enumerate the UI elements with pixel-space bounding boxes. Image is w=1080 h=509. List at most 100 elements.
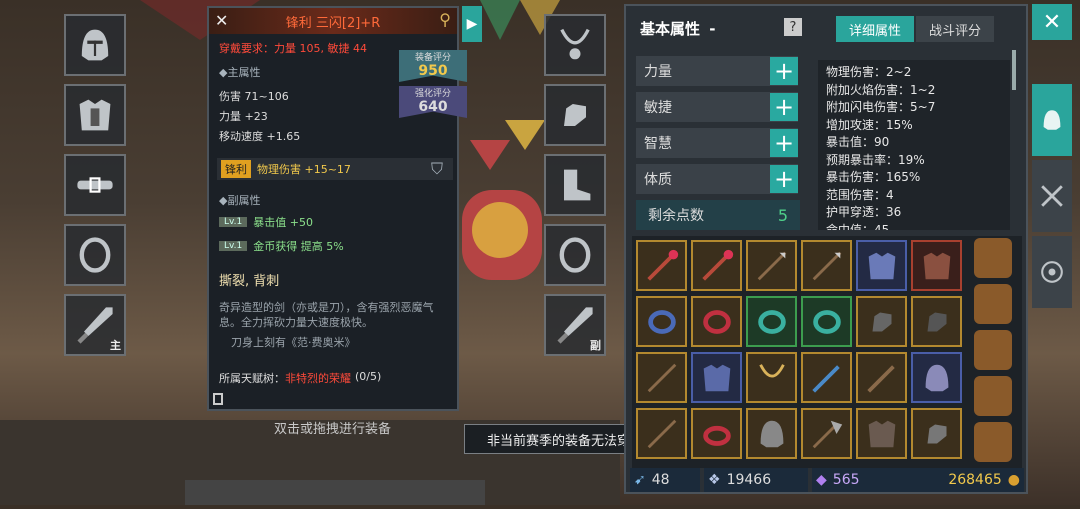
detail-line: 范围伤害：4 [826,187,894,202]
remaining-label: 剩余点数 [648,208,704,224]
collapse-tooltip-button[interactable]: ▶ [462,6,482,42]
gloves-icon [872,312,891,331]
ring-icon [559,237,591,273]
currency-crystal: ◆ 565 268465 ● [812,468,1024,492]
bag-icon[interactable] [974,284,1012,324]
helmet-icon [925,364,948,391]
slot-gloves[interactable] [544,84,606,146]
tab-detail[interactable]: 详细属性 [836,16,914,42]
inventory-slot[interactable] [911,296,962,347]
bag-icon[interactable] [974,330,1012,370]
bag-icon[interactable] [974,422,1012,462]
inventory-slot[interactable] [691,408,742,459]
helmet-icon [1043,110,1061,130]
help-icon[interactable]: ? [784,18,802,36]
slot-ring[interactable] [64,224,126,286]
inventory-slot[interactable] [911,408,962,459]
main-attr-header: ◆主属性 [219,66,261,79]
inventory-grid [632,236,1022,468]
inventory-slot[interactable] [856,240,907,291]
talent-label: 所属天赋树： [219,372,285,385]
inventory-slot[interactable] [856,352,907,403]
enhance-score-badge: 强化评分 640 [399,86,467,118]
inventory-slot[interactable] [691,240,742,291]
slot-off-weapon[interactable]: 副 [544,294,606,356]
sub-attr-level: Lv.1 [219,241,248,251]
armor-icon [703,364,730,391]
inventory-slot[interactable] [746,408,797,459]
inventory-slot[interactable] [746,296,797,347]
main-attr-movespeed: 移动速度 +1.65 [219,130,301,143]
close-button[interactable]: ✕ [1032,4,1072,40]
inventory-slot[interactable] [856,296,907,347]
slot-main-weapon[interactable]: 主 [64,294,126,356]
detail-line: 护甲穿透：36 [826,205,902,219]
affix-text: 物理伤害 +15~17 [257,163,351,176]
inventory-slot[interactable] [636,408,687,459]
inventory-slot[interactable] [801,296,852,347]
inventory-slot[interactable] [911,240,962,291]
slot-belt[interactable] [64,154,126,216]
axe-icon [812,420,842,448]
talent-row: 所属天赋树： 非特烈的荣耀 (0/5) [219,370,381,386]
tab-equipment[interactable] [1032,84,1072,156]
inventory-slot[interactable] [801,240,852,291]
inventory-slot[interactable] [856,408,907,459]
slot-armor[interactable] [64,84,126,146]
ring-icon [702,425,731,446]
bag-icon[interactable] [974,238,1012,278]
currency-arrows: ➹ 48 [630,468,700,492]
item-engraving: 刀身上刻有《范·费奥米》 [231,336,356,349]
slot-necklace[interactable] [544,14,606,76]
attribute-panel: 基本属性 - ? 详细属性 战斗评分 力量 4 + 敏捷 7 + 智慧 4 + … [624,4,1028,494]
shield-icon: ⛉ [430,159,443,178]
inventory-slot[interactable] [911,352,962,403]
currency-gems: ❖ 19466 [704,468,808,492]
slot-boots[interactable] [544,154,606,216]
inventory-slot[interactable] [636,352,687,403]
armor-icon [79,99,111,131]
spear-icon [647,363,676,392]
tab-skills[interactable] [1032,236,1072,308]
item-tooltip: ✕ 锋利 三闪[2]+R ⚲ 穿戴要求：力量 105, 敏捷 44 ◆主属性 伤… [207,6,467,411]
gloves-icon [564,104,586,126]
inventory-slot[interactable] [801,352,852,403]
crossed-swords-icon [1041,185,1063,207]
inventory-slot[interactable] [691,352,742,403]
add-constitution-button[interactable]: + [770,165,798,193]
inventory-slot[interactable] [801,408,852,459]
inventory-slot[interactable] [746,352,797,403]
tab-weapons[interactable] [1032,160,1072,232]
details-scrollbar[interactable] [1012,50,1016,90]
add-agility-button[interactable]: + [770,93,798,121]
inventory-slot[interactable] [691,296,742,347]
bag-icon[interactable] [974,376,1012,416]
panel-title-text: 基本属性 [640,20,701,38]
inventory-slot[interactable] [636,240,687,291]
detail-line: 附加火焰伤害：1~2 [826,82,936,97]
armor-icon [868,420,895,447]
panel-title: 基本属性 - [640,18,715,39]
tab-score[interactable]: 战斗评分 [916,16,994,42]
detail-line: 暴击伤害：165% [826,170,921,184]
helmet-icon [760,420,783,447]
crystal-icon: ◆ [816,472,827,488]
detail-attributes-list[interactable]: 物理伤害：2~2 附加火焰伤害：1~2 附加闪电伤害：5~7 增加攻速：15% … [818,60,1010,230]
equip-score-label: 装备评分 [414,53,451,63]
inventory-slot[interactable] [636,296,687,347]
coin-icon: ● [1007,472,1020,488]
item-description: 奇异造型的剑（亦或是刀），含有强烈恶魔气息。全力挥砍力量大速度极快。 [219,301,434,329]
gloves-icon [927,424,946,443]
inventory-slot[interactable] [746,240,797,291]
ring-icon [647,309,676,334]
belt-icon [77,177,113,193]
add-wisdom-button[interactable]: + [770,129,798,157]
slot-ring-2[interactable] [544,224,606,286]
boots-icon [564,169,591,201]
arrow-icon: ➹ [634,472,646,488]
lock-icon[interactable] [213,393,223,405]
magnify-icon[interactable]: ⚲ [439,10,451,29]
slot-helmet[interactable] [64,14,126,76]
equip-score-badge: 装备评分 950 [399,50,467,82]
add-strength-button[interactable]: + [770,57,798,85]
